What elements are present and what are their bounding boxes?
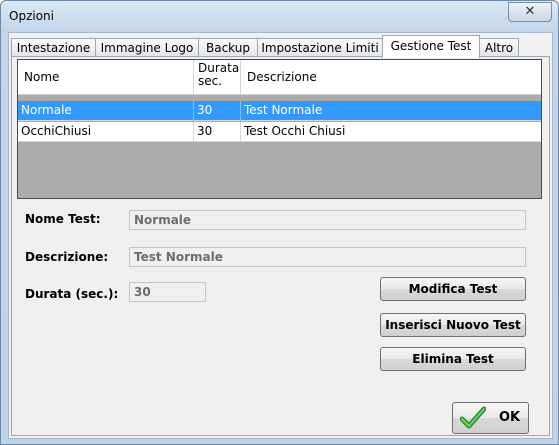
- cell-durata: 30: [194, 122, 241, 142]
- tab-gestione-test[interactable]: Gestione Test: [382, 35, 480, 58]
- cell-descrizione: Test Occhi Chiusi: [244, 124, 346, 138]
- tab-altro[interactable]: Altro: [479, 38, 519, 57]
- tab-backup[interactable]: Backup: [198, 38, 258, 57]
- elimina-test-button[interactable]: Elimina Test: [380, 347, 526, 371]
- close-button[interactable]: ✕: [508, 2, 552, 22]
- table-row[interactable]: OcchiChiusi 30 Test Occhi Chiusi: [18, 122, 541, 142]
- close-icon: ✕: [524, 4, 536, 19]
- window-title: Opzioni: [9, 9, 54, 23]
- table-row[interactable]: Normale 30 Test Normale: [18, 101, 541, 121]
- title-bar: Opzioni ✕: [1, 1, 558, 31]
- durata-field[interactable]: 30: [129, 282, 206, 302]
- nome-test-label: Nome Test:: [25, 212, 101, 226]
- tab-immagine-logo[interactable]: Immagine Logo: [95, 38, 199, 57]
- durata-label: Durata (sec.):: [25, 287, 119, 301]
- options-dialog: Opzioni ✕ Intestazione Immagine Logo Bac…: [0, 0, 559, 445]
- tab-impostazione-limiti[interactable]: Impostazione Limiti: [257, 38, 383, 57]
- nome-test-field[interactable]: Normale: [129, 210, 526, 230]
- cell-nome: OcchiChiusi: [18, 122, 194, 142]
- tab-intestazione[interactable]: Intestazione: [11, 38, 96, 57]
- column-header-descrizione[interactable]: Descrizione: [241, 60, 541, 94]
- ok-button[interactable]: OK: [452, 402, 529, 434]
- cell-durata: 30: [194, 101, 241, 121]
- descrizione-label: Descrizione:: [25, 250, 109, 264]
- cell-nome: Normale: [18, 101, 194, 121]
- grid-header: Nome Durata sec. Descrizione: [18, 60, 541, 95]
- ok-label: OK: [499, 410, 521, 425]
- cell-descrizione: Test Normale: [244, 103, 323, 117]
- inserisci-nuovo-test-button[interactable]: Inserisci Nuovo Test: [380, 313, 526, 337]
- test-grid[interactable]: Nome Durata sec. Descrizione Normale 30 …: [17, 59, 542, 199]
- checkmark-icon: [460, 406, 486, 429]
- descrizione-field[interactable]: Test Normale: [129, 247, 526, 267]
- modifica-test-button[interactable]: Modifica Test: [380, 277, 526, 301]
- column-header-durata[interactable]: Durata sec.: [194, 60, 241, 94]
- column-header-nome[interactable]: Nome: [18, 60, 194, 94]
- gestione-test-panel: Nome Durata sec. Descrizione Normale 30 …: [11, 56, 550, 436]
- dialog-client-area: Intestazione Immagine Logo Backup Impost…: [8, 32, 553, 439]
